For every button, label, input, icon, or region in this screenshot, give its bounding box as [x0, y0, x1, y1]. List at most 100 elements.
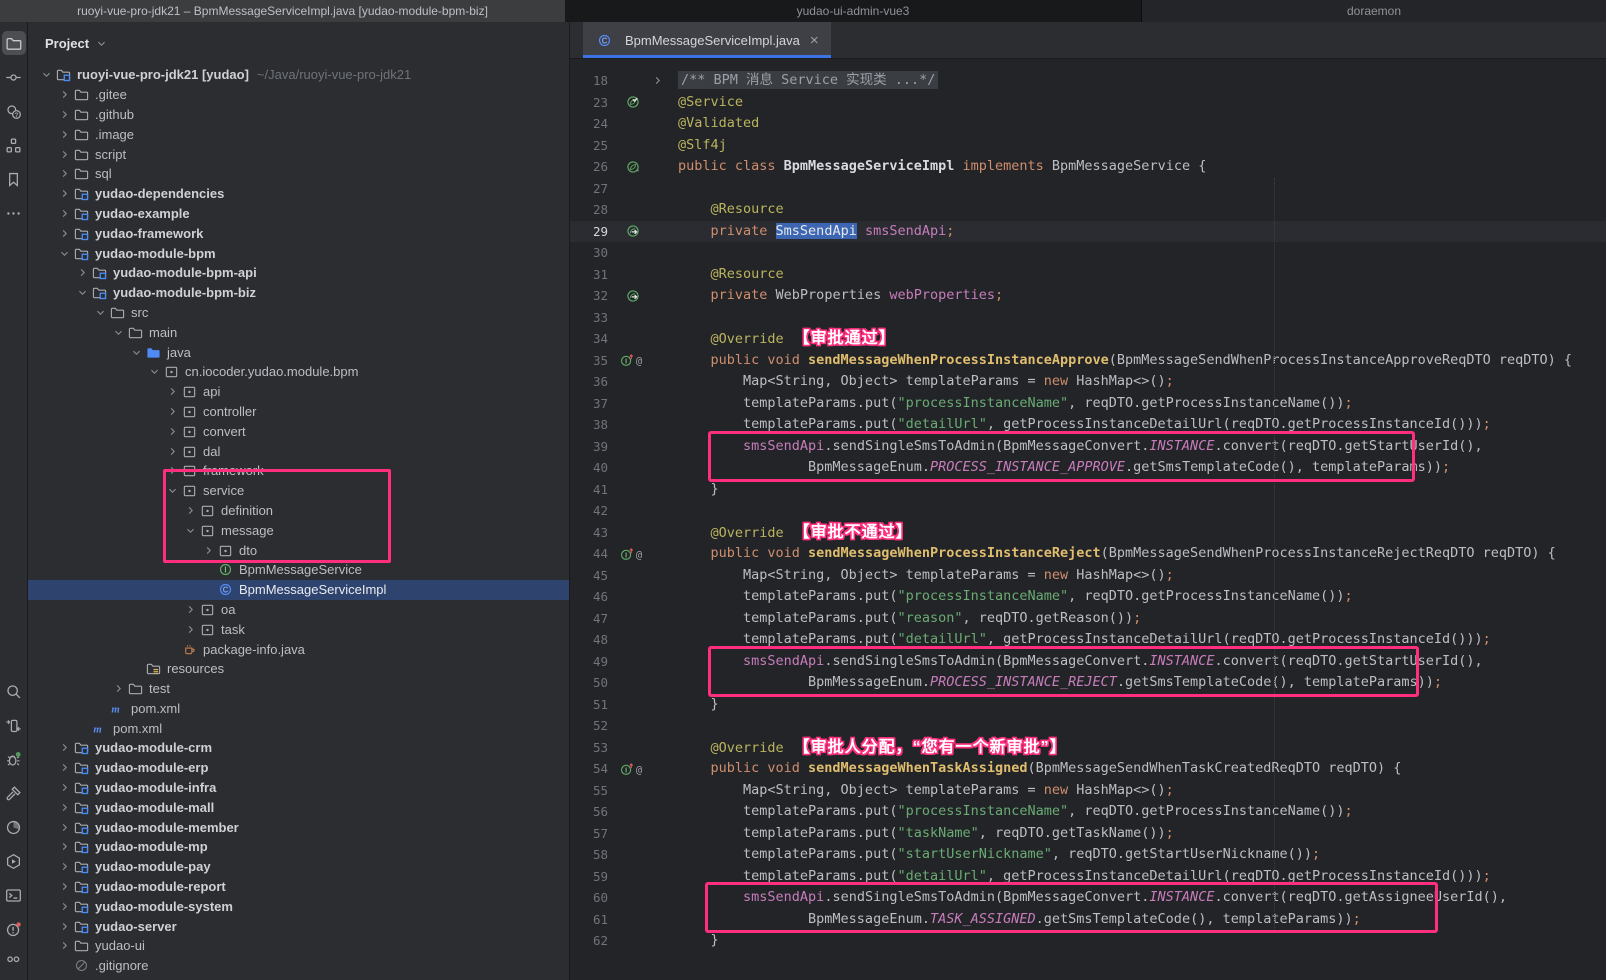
tree-item-api[interactable]: api [28, 382, 569, 402]
bookmarks-icon[interactable] [2, 167, 26, 191]
commit-icon[interactable] [2, 65, 26, 89]
tree-item-pom-xml[interactable]: mpom.xml [28, 699, 569, 719]
close-icon[interactable]: × [810, 33, 819, 48]
chevron-right-icon[interactable] [56, 921, 72, 932]
code-line-46[interactable]: 46 templateParams.put("processInstanceNa… [570, 586, 1606, 608]
chevron-down-icon[interactable] [146, 366, 162, 377]
code-line-29[interactable]: 29 private SmsSendApi smsSendApi; [570, 221, 1606, 243]
tree-item-gitee[interactable]: .gitee [28, 85, 569, 105]
code-line-45[interactable]: 45 Map<String, Object> templateParams = … [570, 565, 1606, 587]
spring-wire-icon[interactable] [614, 285, 652, 307]
tree-item-src[interactable]: src [28, 303, 569, 323]
code-line-34[interactable]: 34 @Override【审批通过】 [570, 328, 1606, 350]
chevron-right-icon[interactable] [56, 940, 72, 951]
code-line-60[interactable]: 60 smsSendApi.sendSingleSmsToAdmin(BpmMe… [570, 887, 1606, 909]
code-line-28[interactable]: 28 @Resource [570, 199, 1606, 221]
chevron-right-icon[interactable] [164, 465, 180, 476]
tree-item-yudao-dependencies[interactable]: yudao-dependencies [28, 184, 569, 204]
code-line-36[interactable]: 36 Map<String, Object> templateParams = … [570, 371, 1606, 393]
code-line-51[interactable]: 51 } [570, 694, 1606, 716]
tree-item-yudao-module-bpm-api[interactable]: yudao-module-bpm-api [28, 263, 569, 283]
chevron-right-icon[interactable] [56, 129, 72, 140]
terminal-icon[interactable] [2, 883, 26, 907]
tree-item-dal[interactable]: dal [28, 441, 569, 461]
tree-item-gitignore[interactable]: .gitignore [28, 956, 569, 976]
tree-item-main[interactable]: main [28, 322, 569, 342]
chevron-down-icon[interactable] [92, 307, 108, 318]
tree-item-script[interactable]: script [28, 144, 569, 164]
profiler-icon[interactable] [2, 815, 26, 839]
code-line-18[interactable]: 18/** BPM 消息 Service 实现类 ...*/ [570, 70, 1606, 92]
chevron-right-icon[interactable] [110, 683, 126, 694]
chevron-right-icon[interactable] [56, 742, 72, 753]
tree-item-yudao-server[interactable]: yudao-server [28, 916, 569, 936]
code-line-43[interactable]: 43 @Override【审批不通过】 [570, 522, 1606, 544]
code-line-53[interactable]: 53 @Override【审批人分配，“您有一个新审批”】 [570, 737, 1606, 759]
structure-icon[interactable] [2, 133, 26, 157]
chevron-right-icon[interactable] [56, 228, 72, 239]
chevron-right-icon[interactable] [56, 841, 72, 852]
code-line-31[interactable]: 31 @Resource [570, 264, 1606, 286]
code-line-41[interactable]: 41 } [570, 479, 1606, 501]
chevron-down-icon[interactable] [96, 38, 107, 49]
other-window-title[interactable]: doraemon [1141, 0, 1606, 22]
chevron-right-icon[interactable] [56, 208, 72, 219]
chevron-right-icon[interactable] [182, 624, 198, 635]
code-line-23[interactable]: 23@Service [570, 92, 1606, 114]
code-line-59[interactable]: 59 templateParams.put("detailUrl", getPr… [570, 866, 1606, 888]
tree-item-test[interactable]: test [28, 679, 569, 699]
chevron-down-icon[interactable] [110, 327, 126, 338]
tree-item-service[interactable]: service [28, 481, 569, 501]
ide-window-title[interactable]: ruoyi-vue-pro-jdk21 – BpmMessageServiceI… [0, 0, 565, 22]
chevron-down-icon[interactable] [182, 525, 198, 536]
chevron-right-icon[interactable] [56, 188, 72, 199]
tree-item-yudao-framework[interactable]: yudao-framework [28, 223, 569, 243]
chevron-right-icon[interactable] [56, 802, 72, 813]
tree-item-definition[interactable]: definition [28, 501, 569, 521]
chevron-right-icon[interactable] [200, 545, 216, 556]
tree-item-bpmmessageserviceimpl[interactable]: CBpmMessageServiceImpl [28, 580, 569, 600]
chevron-right-icon[interactable] [164, 406, 180, 417]
dependencies-icon[interactable] [2, 713, 26, 737]
chevron-right-icon[interactable] [56, 109, 72, 120]
code-line-56[interactable]: 56 templateParams.put("processInstanceNa… [570, 801, 1606, 823]
tree-item-bpmmessageservice[interactable]: IBpmMessageService [28, 560, 569, 580]
tree-item-sql[interactable]: sql [28, 164, 569, 184]
tree-item-ruoyi-vue-pro-jdk21-yudao[interactable]: ruoyi-vue-pro-jdk21 [yudao]~/Java/ruoyi-… [28, 65, 569, 85]
code-line-38[interactable]: 38 templateParams.put("detailUrl", getPr… [570, 414, 1606, 436]
tree-item-yudao-ui[interactable]: yudao-ui [28, 936, 569, 956]
project-folder-icon[interactable] [2, 31, 26, 55]
code-line-61[interactable]: 61 BpmMessageEnum.TASK_ASSIGNED.getSmsTe… [570, 909, 1606, 931]
tree-item-controller[interactable]: controller [28, 402, 569, 422]
tree-item-oa[interactable]: oa [28, 600, 569, 620]
code-line-54[interactable]: 54I@ public void sendMessageWhenTaskAssi… [570, 758, 1606, 780]
services-icon[interactable] [2, 849, 26, 873]
tree-item-yudao-module-crm[interactable]: yudao-module-crm [28, 738, 569, 758]
chevron-down-icon[interactable] [74, 287, 90, 298]
tree-item-java[interactable]: java [28, 342, 569, 362]
code-line-47[interactable]: 47 templateParams.put("reason", reqDTO.g… [570, 608, 1606, 630]
chevron-right-icon[interactable] [56, 901, 72, 912]
code-line-27[interactable]: 27 [570, 178, 1606, 200]
chevron-right-icon[interactable] [56, 149, 72, 160]
code-line-62[interactable]: 62 } [570, 930, 1606, 952]
tree-item-yudao-module-mall[interactable]: yudao-module-mall [28, 797, 569, 817]
tree-item-package-info-java[interactable]: package-info.java [28, 639, 569, 659]
tree-item-yudao-module-bpm-biz[interactable]: yudao-module-bpm-biz [28, 283, 569, 303]
code-line-40[interactable]: 40 BpmMessageEnum.PROCESS_INSTANCE_APPRO… [570, 457, 1606, 479]
tree-item-message[interactable]: message [28, 520, 569, 540]
code-line-42[interactable]: 42 [570, 500, 1606, 522]
tree-item-yudao-module-erp[interactable]: yudao-module-erp [28, 758, 569, 778]
code-line-58[interactable]: 58 templateParams.put("startUserNickname… [570, 844, 1606, 866]
tab-bpmmessageserviceimpl[interactable]: C BpmMessageServiceImpl.java × [583, 22, 831, 58]
chevron-right-icon[interactable] [56, 782, 72, 793]
code-line-33[interactable]: 33 [570, 307, 1606, 329]
chevron-down-icon[interactable] [128, 347, 144, 358]
chevron-right-icon[interactable] [56, 168, 72, 179]
chevron-down-icon[interactable] [56, 248, 72, 259]
chevron-right-icon[interactable] [182, 505, 198, 516]
spring-wire-icon[interactable] [614, 221, 652, 243]
debug-icon[interactable] [2, 747, 26, 771]
chevron-right-icon[interactable] [56, 89, 72, 100]
code-line-25[interactable]: 25@Slf4j [570, 135, 1606, 157]
